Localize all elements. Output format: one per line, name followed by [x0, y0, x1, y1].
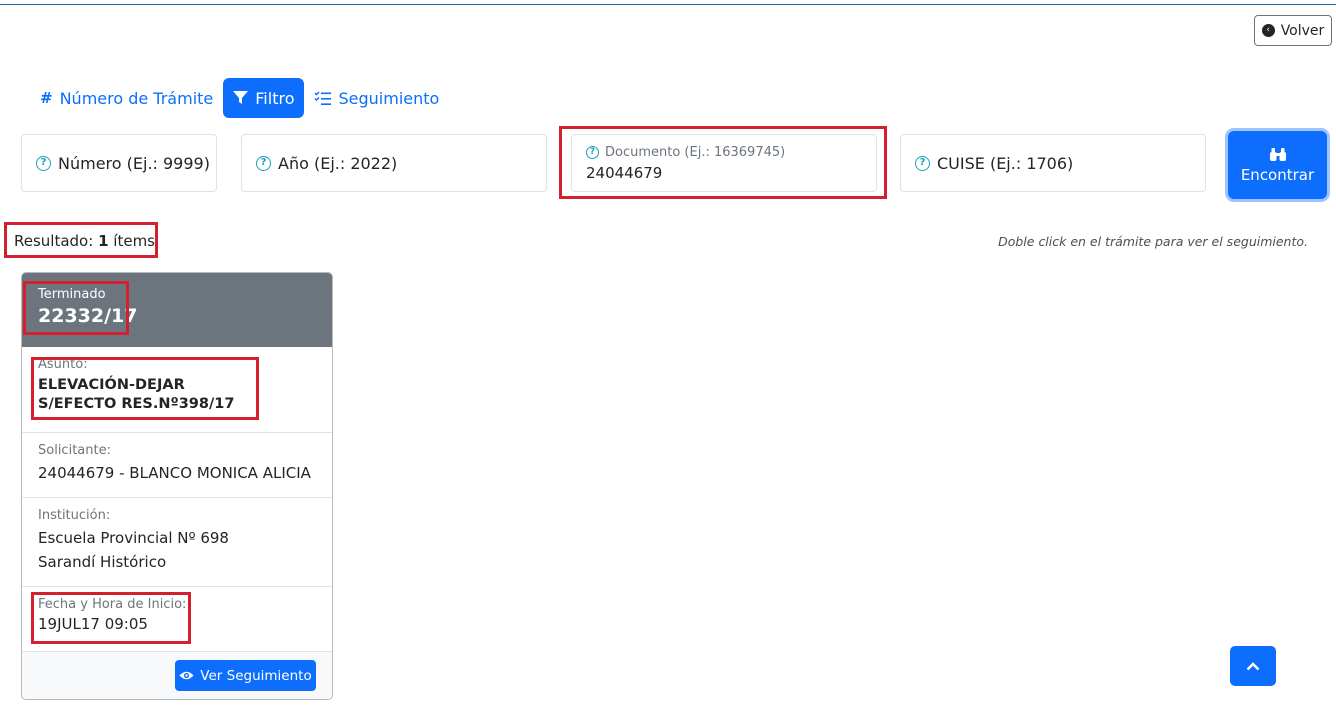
chevron-up-icon: [1246, 661, 1260, 670]
filter-icon: [233, 91, 249, 104]
back-button-label: Volver: [1280, 22, 1325, 39]
help-icon: ?: [256, 156, 271, 171]
institucion-section: Institución: Escuela Provincial Nº 698 S…: [22, 498, 332, 587]
tab-numero-tramite[interactable]: # Número de Trámite: [30, 78, 223, 118]
anio-placeholder: Año (Ej.: 2022): [278, 154, 398, 173]
tab-label: Seguimiento: [338, 88, 440, 108]
solicitante-section: Solicitante: 24044679 - BLANCO MONICA AL…: [22, 433, 332, 498]
solicitante-value: 24044679 - BLANCO MONICA ALICIA: [38, 464, 311, 482]
tab-label: Filtro: [255, 88, 295, 108]
eye-icon: [179, 671, 194, 680]
cuise-placeholder: CUISE (Ej.: 1706): [937, 154, 1074, 173]
search-tabs: # Número de Trámite Filtro Seguimiento: [30, 78, 449, 118]
highlight-box: [31, 357, 259, 420]
card-footer: Ver Seguimiento: [22, 651, 332, 699]
ver-seguimiento-button[interactable]: Ver Seguimiento: [175, 660, 316, 691]
scroll-top-button[interactable]: [1230, 646, 1276, 686]
tab-filtro[interactable]: Filtro: [223, 78, 305, 118]
institucion-label: Institución:: [38, 508, 111, 523]
anio-field[interactable]: ? Año (Ej.: 2022): [241, 134, 547, 192]
tab-seguimiento[interactable]: Seguimiento: [304, 78, 449, 118]
tab-label: Número de Trámite: [59, 88, 214, 108]
find-button[interactable]: Encontrar: [1228, 131, 1327, 199]
numero-field[interactable]: ? Número (Ej.: 9999): [21, 134, 217, 192]
highlight-box: [559, 126, 887, 199]
institucion-value: Escuela Provincial Nº 698 Sarandí Histór…: [38, 529, 229, 571]
solicitante-label: Solicitante:: [38, 443, 111, 458]
highlight-box: [4, 222, 158, 258]
numero-placeholder: Número (Ej.: 9999): [58, 154, 210, 173]
highlight-box: [31, 592, 191, 644]
chevron-left-circle-icon: ‹: [1261, 24, 1275, 37]
double-click-hint: Doble click en el trámite para ver el se…: [998, 234, 1308, 249]
help-icon: ?: [36, 156, 51, 171]
top-divider: [0, 4, 1336, 5]
binoculars-icon: [1269, 147, 1286, 161]
checklist-icon: [314, 90, 332, 105]
ver-seguimiento-label: Ver Seguimiento: [200, 667, 312, 684]
cuise-field[interactable]: ? CUISE (Ej.: 1706): [900, 134, 1206, 192]
help-icon: ?: [915, 156, 930, 171]
hash-icon: #: [40, 89, 53, 107]
highlight-box: [23, 281, 129, 335]
find-button-label: Encontrar: [1240, 165, 1315, 184]
back-button[interactable]: ‹ Volver: [1254, 15, 1332, 46]
